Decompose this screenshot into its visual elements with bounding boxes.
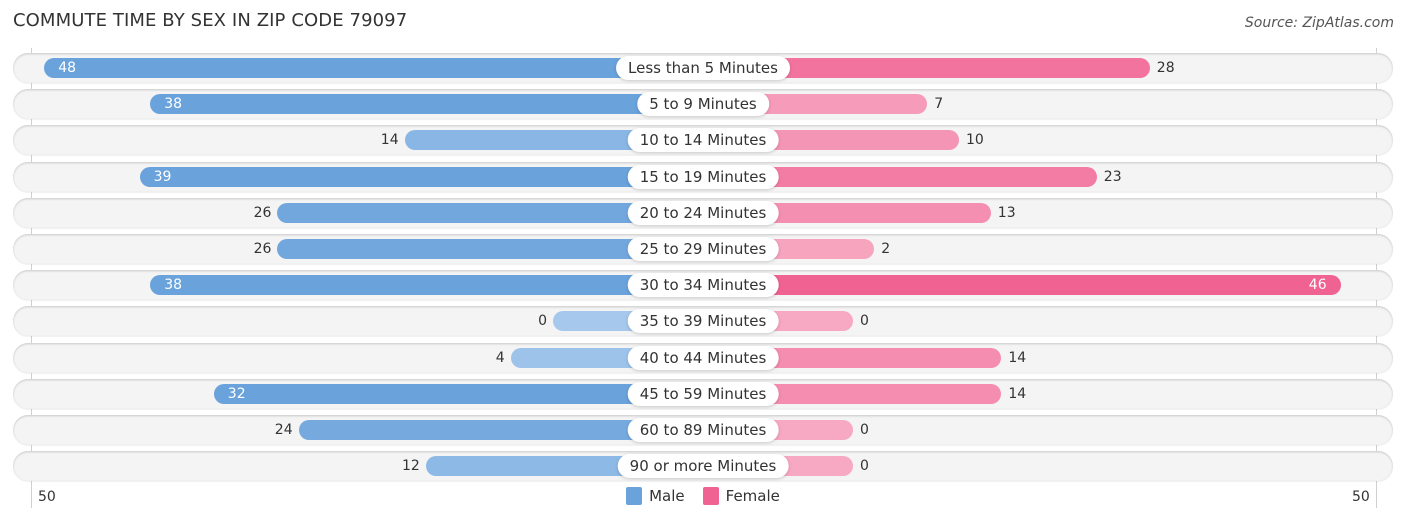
value-label-male: 14 <box>380 132 399 148</box>
value-label-female: 13 <box>997 205 1016 221</box>
legend-label-male: Male <box>649 487 685 505</box>
value-label-female: 23 <box>1103 169 1122 185</box>
value-label-female: 7 <box>934 96 944 112</box>
value-label-female: 2 <box>881 241 891 257</box>
legend-label-female: Female <box>725 487 780 505</box>
value-label-male: 26 <box>253 205 272 221</box>
bar-male[interactable] <box>150 275 703 295</box>
value-label-male: 48 <box>58 60 77 76</box>
bar-male[interactable] <box>44 58 703 78</box>
value-label-male: 0 <box>538 313 547 329</box>
value-label-male: 26 <box>253 241 272 257</box>
value-label-female: 28 <box>1156 60 1175 76</box>
category-label: 90 or more Minutes <box>617 454 789 478</box>
category-label: 30 to 34 Minutes <box>627 273 779 297</box>
value-label-female: 0 <box>860 313 869 329</box>
category-label: 5 to 9 Minutes <box>637 92 769 116</box>
bar-male[interactable] <box>139 167 703 187</box>
legend-item-male[interactable]: Male <box>626 487 685 505</box>
bar-female[interactable] <box>703 275 1341 295</box>
value-label-male: 32 <box>227 386 246 402</box>
value-label-male: 4 <box>495 350 505 366</box>
category-label: 15 to 19 Minutes <box>627 165 779 189</box>
category-label: 35 to 39 Minutes <box>627 309 779 333</box>
bar-male[interactable] <box>150 94 703 114</box>
legend-swatch-female <box>702 487 719 505</box>
value-label-male: 38 <box>164 277 183 293</box>
legend-swatch-male <box>626 487 643 505</box>
category-label: 10 to 14 Minutes <box>627 128 779 152</box>
value-label-male: 12 <box>401 458 420 474</box>
category-label: 60 to 89 Minutes <box>627 418 779 442</box>
value-label-female: 0 <box>860 458 869 474</box>
legend-item-female[interactable]: Female <box>702 487 780 505</box>
chart-area: 48 28 Less than 5 Minutes 38 7 5 to 9 Minutes… <box>0 0 1406 523</box>
category-label: 40 to 44 Minutes <box>627 346 779 370</box>
category-label: 20 to 24 Minutes <box>627 201 779 225</box>
category-label: 45 to 59 Minutes <box>627 382 779 406</box>
category-label: 25 to 29 Minutes <box>627 237 779 261</box>
category-label: Less than 5 Minutes <box>616 56 790 80</box>
value-label-female: 14 <box>1008 350 1027 366</box>
value-label-female: 10 <box>966 132 984 148</box>
value-label-female: 0 <box>860 422 869 438</box>
value-label-female: 14 <box>1008 386 1027 402</box>
value-label-male: 38 <box>164 96 183 112</box>
legend: Male Female <box>0 487 1406 505</box>
value-label-male: 24 <box>274 422 293 438</box>
value-label-male: 39 <box>153 169 172 185</box>
value-label-female: 46 <box>1308 277 1327 293</box>
